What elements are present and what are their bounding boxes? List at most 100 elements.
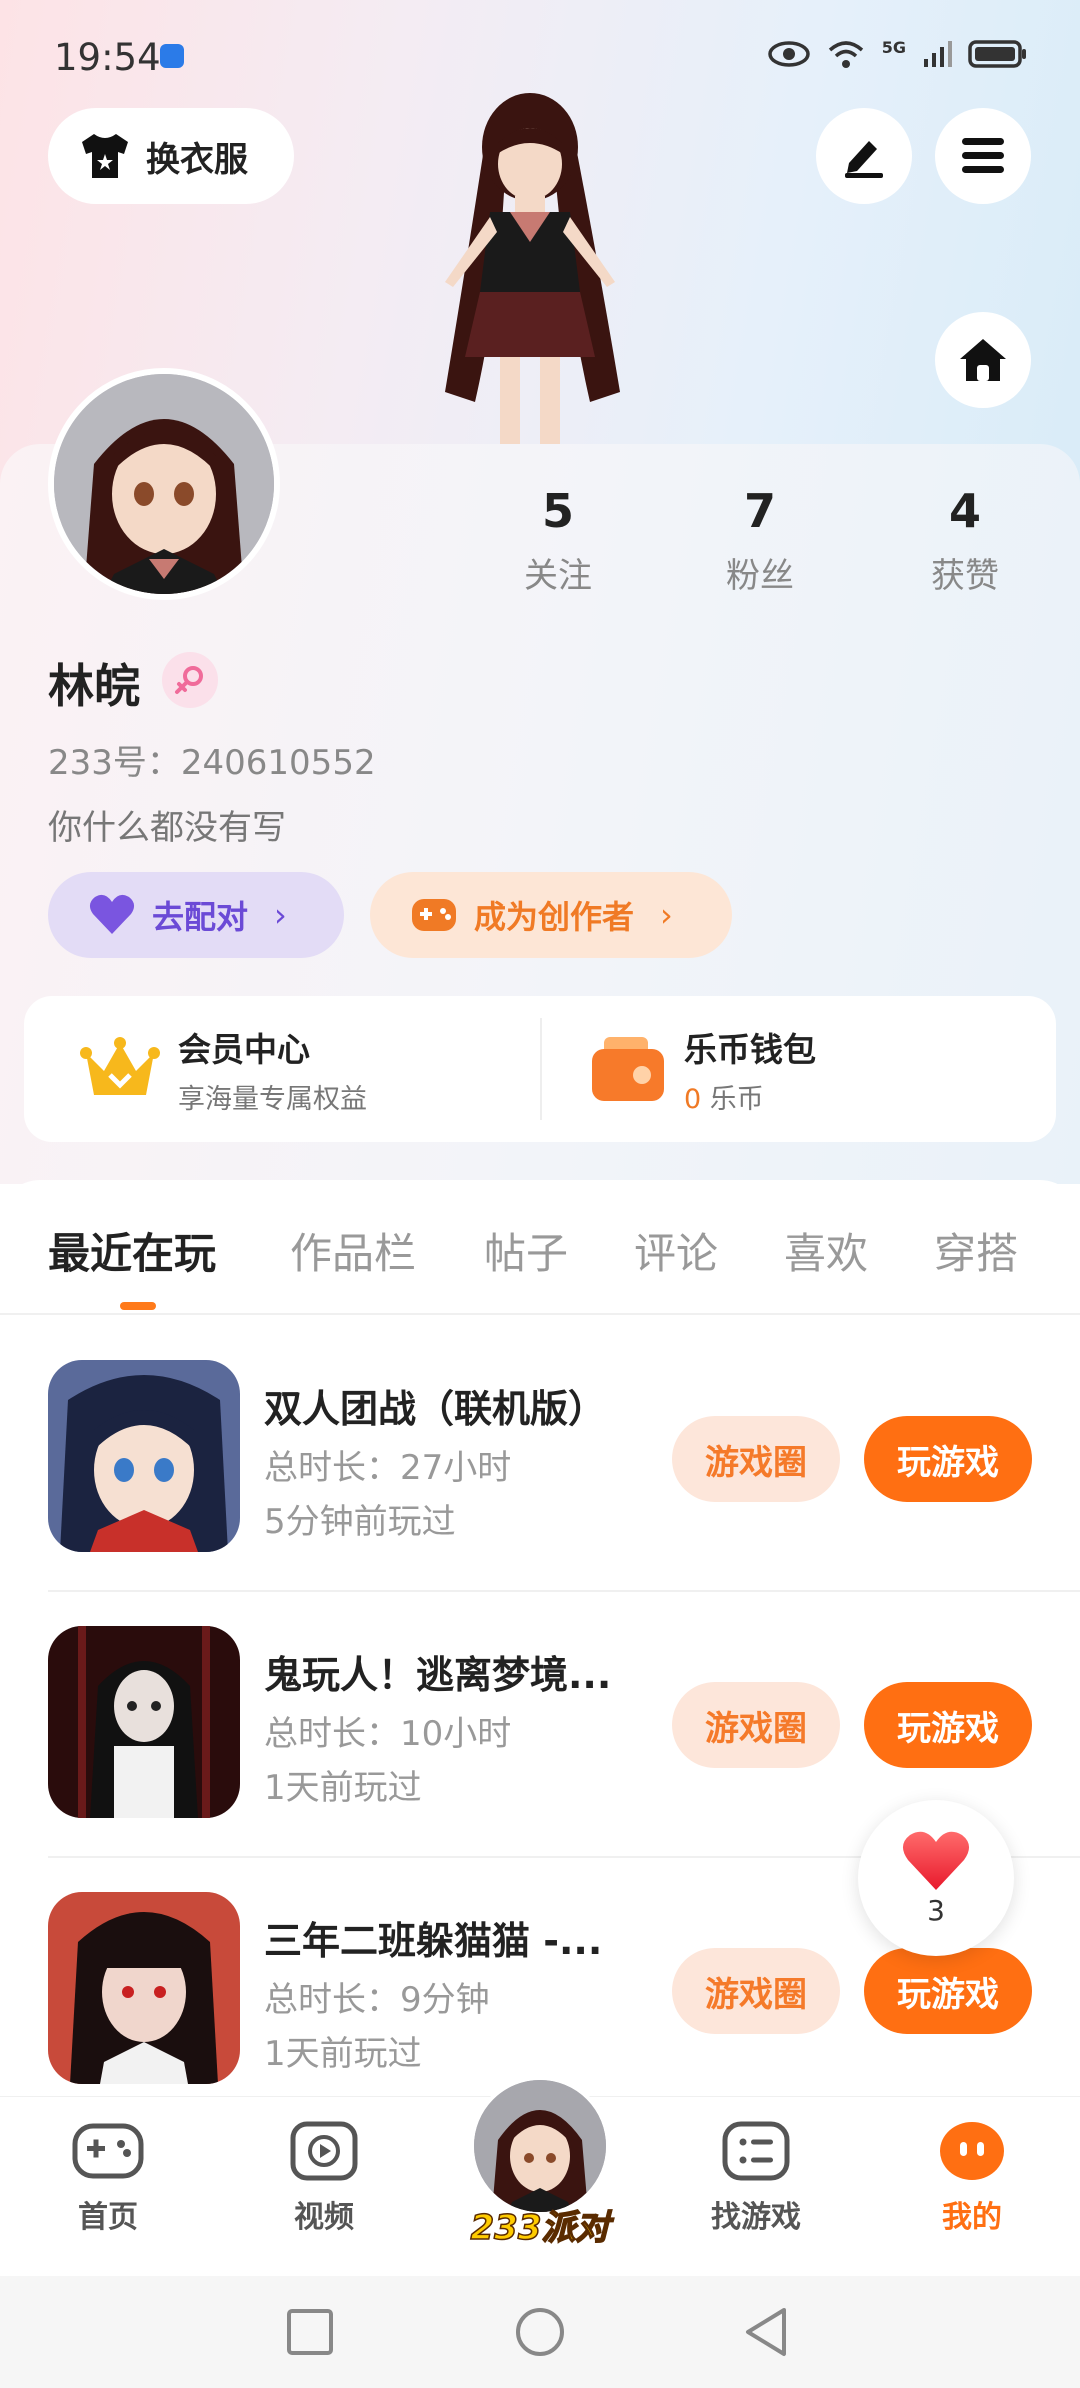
game-list-item[interactable]: 双人团战（联机版） 总时长：27小时 5分钟前玩过 游戏圈 玩游戏 bbox=[0, 1330, 1080, 1596]
nav-party-avatar[interactable] bbox=[470, 2076, 610, 2216]
tab-likes[interactable]: 喜欢 bbox=[784, 1220, 868, 1281]
wallet-amount: 0 bbox=[684, 1083, 702, 1115]
heart-icon bbox=[89, 894, 135, 934]
smiley-face-icon bbox=[940, 2122, 1004, 2180]
change-outfit-button[interactable]: 换衣服 bbox=[48, 108, 294, 204]
wallet-icon bbox=[592, 1037, 664, 1101]
floating-like-button[interactable]: 3 bbox=[858, 1800, 1014, 1956]
user-name: 林皖 bbox=[48, 659, 140, 713]
likes-label: 获赞 bbox=[931, 556, 999, 596]
edit-profile-button[interactable] bbox=[816, 108, 912, 204]
become-creator-label: 成为创作者 bbox=[474, 898, 635, 936]
game-name: 三年二班躲猫猫 -... bbox=[264, 1919, 603, 1963]
change-outfit-label: 换衣服 bbox=[146, 139, 248, 180]
game-icon bbox=[48, 1626, 240, 1818]
game-name: 双人团战（联机版） bbox=[264, 1387, 607, 1431]
nav-find-games[interactable]: 找游戏 bbox=[676, 2120, 836, 2236]
eye-icon bbox=[767, 41, 810, 67]
tab-comments[interactable]: 评论 bbox=[634, 1220, 718, 1281]
nav-mine[interactable]: 我的 bbox=[892, 2120, 1052, 2236]
nav-video[interactable]: 视频 bbox=[244, 2120, 404, 2236]
member-center-title: 会员中心 bbox=[178, 1029, 310, 1069]
tab-posts[interactable]: 帖子 bbox=[484, 1220, 568, 1281]
list-divider bbox=[48, 1590, 1080, 1592]
game-icon bbox=[48, 1892, 240, 2084]
crown-icon bbox=[80, 1037, 160, 1095]
profile-avatar[interactable] bbox=[48, 368, 280, 600]
play-game-button[interactable]: 玩游戏 bbox=[864, 1682, 1032, 1768]
game-name: 鬼玩人！逃离梦境... bbox=[264, 1653, 612, 1697]
game-last-played: 1天前玩过 bbox=[264, 1768, 422, 1808]
active-tab-indicator bbox=[120, 1302, 156, 1310]
avatar-3d-character[interactable] bbox=[405, 92, 655, 447]
member-center-subtitle: 享海量专属权益 bbox=[178, 1083, 367, 1115]
recent-apps-icon[interactable] bbox=[286, 2308, 334, 2356]
gamepad-icon bbox=[412, 899, 456, 931]
likes-count: 4 bbox=[948, 484, 981, 538]
shirt-icon bbox=[82, 134, 128, 178]
nav-find-games-label: 找游戏 bbox=[711, 2200, 801, 2235]
like-count: 3 bbox=[927, 1893, 945, 1927]
member-center-entry[interactable]: 会员中心 享海量专属权益 bbox=[80, 996, 367, 1142]
tab-outfits[interactable]: 穿搭 bbox=[934, 1220, 1018, 1281]
following-label: 关注 bbox=[524, 556, 592, 596]
game-circle-button[interactable]: 游戏圈 bbox=[672, 1416, 840, 1502]
become-creator-button[interactable]: 成为创作者 › bbox=[370, 872, 732, 958]
tab-recently-played[interactable]: 最近在玩 bbox=[48, 1220, 216, 1281]
list-icon bbox=[722, 2121, 790, 2181]
status-time: 19:54 bbox=[54, 36, 161, 79]
heart-icon bbox=[902, 1831, 970, 1890]
followers-count: 7 bbox=[743, 484, 776, 538]
female-gender-icon bbox=[162, 652, 218, 708]
stat-following[interactable]: 5 关注 bbox=[488, 484, 628, 597]
status-icons: 5G bbox=[767, 38, 1028, 70]
tab-works[interactable]: 作品栏 bbox=[290, 1220, 416, 1281]
home-circle-icon[interactable] bbox=[514, 2306, 566, 2358]
game-circle-button[interactable]: 游戏圈 bbox=[672, 1682, 840, 1768]
vip-divider bbox=[540, 1018, 542, 1120]
network-type-label: 5G bbox=[881, 38, 906, 57]
wallet-unit: 乐币 bbox=[709, 1083, 764, 1115]
gamepad-icon bbox=[72, 2123, 144, 2179]
content-tabs: 最近在玩 作品栏 帖子 评论 喜欢 穿搭 bbox=[0, 1180, 1080, 1315]
followers-label: 粉丝 bbox=[726, 556, 794, 596]
app-notification-icon bbox=[160, 44, 184, 68]
chevron-right-icon: › bbox=[274, 896, 287, 934]
play-game-button[interactable]: 玩游戏 bbox=[864, 1948, 1032, 2034]
game-duration: 总时长：9分钟 bbox=[264, 1980, 490, 2020]
play-game-button[interactable]: 玩游戏 bbox=[864, 1416, 1032, 1502]
stat-likes[interactable]: 4 获赞 bbox=[895, 484, 1035, 597]
match-button[interactable]: 去配对 › bbox=[48, 872, 344, 958]
menu-button[interactable] bbox=[935, 108, 1031, 204]
vip-wallet-card: 会员中心 享海量专属权益 乐币钱包 0 乐币 bbox=[24, 996, 1056, 1142]
game-last-played: 5分钟前玩过 bbox=[264, 1502, 456, 1542]
nav-home-label: 首页 bbox=[78, 2200, 138, 2235]
back-triangle-icon[interactable] bbox=[742, 2306, 790, 2358]
game-duration: 总时长：10小时 bbox=[264, 1714, 512, 1754]
hamburger-menu-icon bbox=[962, 138, 1004, 173]
match-label: 去配对 bbox=[152, 898, 249, 936]
nav-video-label: 视频 bbox=[294, 2200, 354, 2235]
wallet-title: 乐币钱包 bbox=[684, 1029, 816, 1069]
avatar-portrait bbox=[54, 374, 274, 594]
house-icon bbox=[960, 339, 1006, 381]
home-room-button[interactable] bbox=[935, 312, 1031, 408]
system-navigation-bar bbox=[0, 2276, 1080, 2388]
chevron-right-icon: › bbox=[660, 896, 673, 934]
nav-mine-label: 我的 bbox=[942, 2200, 1002, 2235]
battery-icon bbox=[968, 40, 1026, 68]
following-count: 5 bbox=[541, 484, 574, 538]
nav-home[interactable]: 首页 bbox=[28, 2120, 188, 2236]
video-play-icon bbox=[290, 2121, 358, 2181]
user-id: 233号：240610552 bbox=[48, 743, 376, 783]
wallet-entry[interactable]: 乐币钱包 0 乐币 bbox=[590, 996, 816, 1142]
game-duration: 总时长：27小时 bbox=[264, 1448, 512, 1488]
nav-party-label[interactable]: 233派对 bbox=[470, 2200, 610, 2249]
wifi-icon bbox=[828, 41, 863, 68]
game-last-played: 1天前玩过 bbox=[264, 2034, 422, 2074]
pencil-icon bbox=[845, 141, 883, 178]
user-bio: 你什么都没有写 bbox=[48, 808, 286, 848]
game-circle-button[interactable]: 游戏圈 bbox=[672, 1948, 840, 2034]
stat-followers[interactable]: 7 粉丝 bbox=[690, 484, 830, 597]
game-icon bbox=[48, 1360, 240, 1552]
